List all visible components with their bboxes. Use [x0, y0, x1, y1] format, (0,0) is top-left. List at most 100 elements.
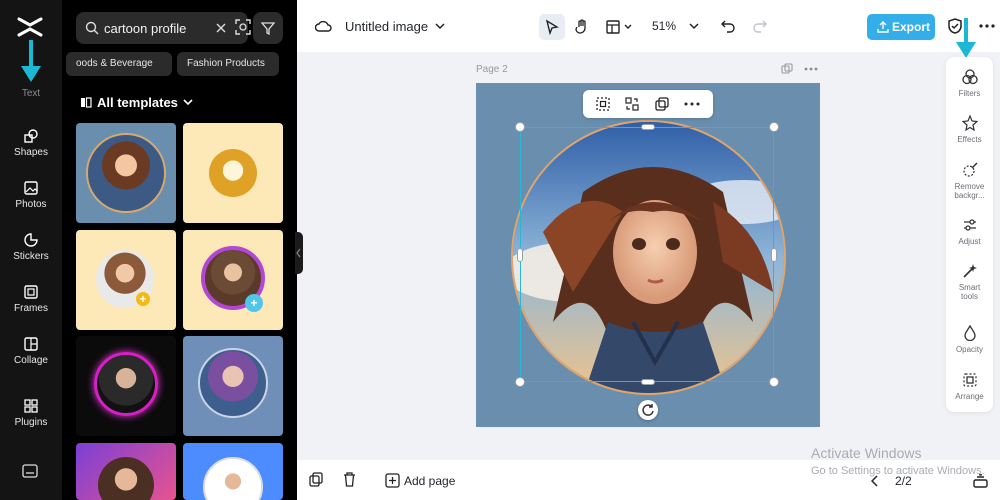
category-chip[interactable]: oods & Beverage: [66, 52, 172, 76]
magic-wand-icon: [962, 264, 977, 278]
rail-item-text[interactable]: Text: [0, 88, 62, 99]
template-thumbnail[interactable]: +: [183, 230, 283, 330]
watermark-line1: Activate Windows: [811, 445, 922, 461]
resize-handle-right[interactable]: [771, 248, 777, 262]
sticker-icon: [24, 233, 38, 247]
context-toolbar: [583, 90, 713, 118]
rail-item-label: Text: [21, 88, 41, 99]
shapes-icon: [24, 129, 38, 143]
filter-icon: [261, 22, 275, 35]
resize-handle-bottom-right[interactable]: [769, 377, 779, 387]
chevron-down-icon[interactable]: [435, 22, 445, 30]
tool-filters[interactable]: Filters: [946, 69, 993, 98]
category-chip[interactable]: Fashion Products: [177, 52, 279, 76]
trash-icon[interactable]: [343, 472, 356, 487]
layout-dropdown-button[interactable]: [601, 14, 641, 40]
clear-icon[interactable]: [213, 20, 229, 36]
resize-handle-top[interactable]: [641, 124, 655, 130]
template-thumbnail[interactable]: [183, 123, 283, 223]
panel-collapse-handle[interactable]: [295, 232, 303, 274]
layout-icon: [606, 20, 632, 34]
template-thumbnail[interactable]: [183, 443, 283, 500]
capcut-logo-icon[interactable]: [17, 16, 43, 38]
watermark-line2: Go to Settings to activate Windows.: [811, 465, 985, 477]
redo-icon[interactable]: [753, 19, 767, 33]
arrange-icon: [962, 373, 977, 387]
template-thumbnail[interactable]: [183, 336, 283, 436]
plugins-grid-icon: [24, 399, 38, 413]
tool-arrange[interactable]: Arrange: [946, 372, 993, 401]
rail-item-collage[interactable]: Collage: [0, 336, 62, 366]
document-title[interactable]: Untitled image: [345, 19, 428, 34]
cloud-icon[interactable]: [315, 19, 332, 33]
resize-handle-top-left[interactable]: [515, 122, 525, 132]
filter-button[interactable]: [253, 12, 283, 44]
resize-handle-bottom-left[interactable]: [515, 377, 525, 387]
image-search-icon[interactable]: [234, 18, 252, 36]
selection-box[interactable]: [520, 127, 774, 382]
tool-label: Smart tools: [958, 283, 981, 301]
select-tool-button[interactable]: [539, 14, 565, 40]
tool-effects[interactable]: Effects: [946, 115, 993, 144]
rail-item-plugins[interactable]: Plugins: [0, 398, 62, 428]
export-button[interactable]: Export: [867, 14, 935, 40]
keyboard-icon[interactable]: [22, 464, 38, 478]
adjust-sliders-icon: [963, 219, 976, 231]
add-page-icon: [385, 473, 400, 488]
frame-icon: [24, 285, 38, 299]
search-icon: [85, 21, 99, 35]
template-thumbnail[interactable]: [76, 443, 176, 500]
collage-icon: [24, 337, 38, 351]
template-thumbnail[interactable]: [76, 336, 176, 436]
undo-icon[interactable]: [721, 19, 735, 33]
tool-adjust[interactable]: Adjust: [946, 217, 993, 246]
rail-item-label: Shapes: [14, 147, 48, 158]
tool-smart-tools[interactable]: Smart tools: [946, 263, 993, 301]
hand-tool-button[interactable]: [569, 14, 595, 40]
opacity-drop-icon: [963, 325, 976, 341]
add-page-label: Add page: [404, 474, 456, 488]
remove-background-icon: [962, 162, 978, 177]
rail-item-label: Stickers: [13, 251, 49, 262]
page-more-icon[interactable]: [804, 67, 818, 71]
resize-handle-left[interactable]: [517, 248, 523, 262]
tool-label: Arrange: [955, 392, 984, 401]
hand-icon: [575, 19, 586, 34]
tool-label: Effects: [957, 135, 982, 144]
zoom-level[interactable]: 51%: [652, 19, 676, 33]
tool-label: Adjust: [958, 237, 981, 246]
duplicate-page-icon[interactable]: [309, 472, 323, 487]
tool-label: Opacity: [955, 345, 984, 354]
top-bar: Untitled image 51% Export: [297, 0, 1000, 52]
duplicate-page-icon[interactable]: [781, 63, 793, 75]
rail-item-frames[interactable]: Frames: [0, 284, 62, 314]
template-thumbnail[interactable]: +: [76, 230, 176, 330]
rail-item-photos[interactable]: Photos: [0, 180, 62, 210]
template-thumbnail[interactable]: [76, 123, 176, 223]
resize-handle-top-right[interactable]: [769, 122, 779, 132]
rail-item-label: Collage: [14, 355, 48, 366]
duplicate-icon[interactable]: [654, 96, 670, 112]
photo-icon: [24, 181, 38, 195]
template-icon: [81, 97, 92, 108]
rail-item-label: Frames: [14, 303, 48, 314]
more-options-icon[interactable]: [979, 24, 995, 29]
filters-icon: [961, 69, 978, 85]
chevron-down-icon[interactable]: [689, 22, 699, 30]
tool-opacity[interactable]: Opacity: [946, 325, 993, 354]
rotate-handle[interactable]: [638, 400, 658, 420]
upload-icon: [877, 21, 889, 33]
rail-item-shapes[interactable]: Shapes: [0, 128, 62, 158]
export-label: Export: [892, 20, 931, 34]
resize-handle-bottom[interactable]: [641, 379, 655, 385]
search-input[interactable]: [104, 18, 204, 38]
annotation-arrow-icon: [21, 40, 41, 82]
section-title: All templates: [97, 95, 178, 110]
tool-label: Remove backgr...: [954, 182, 985, 200]
search-box[interactable]: [76, 12, 251, 44]
crop-select-icon[interactable]: [595, 96, 611, 112]
tool-remove-background[interactable]: Remove backgr...: [946, 162, 993, 200]
replace-icon[interactable]: [624, 96, 640, 112]
rail-item-stickers[interactable]: Stickers: [0, 232, 62, 262]
more-options-icon[interactable]: [684, 102, 700, 106]
